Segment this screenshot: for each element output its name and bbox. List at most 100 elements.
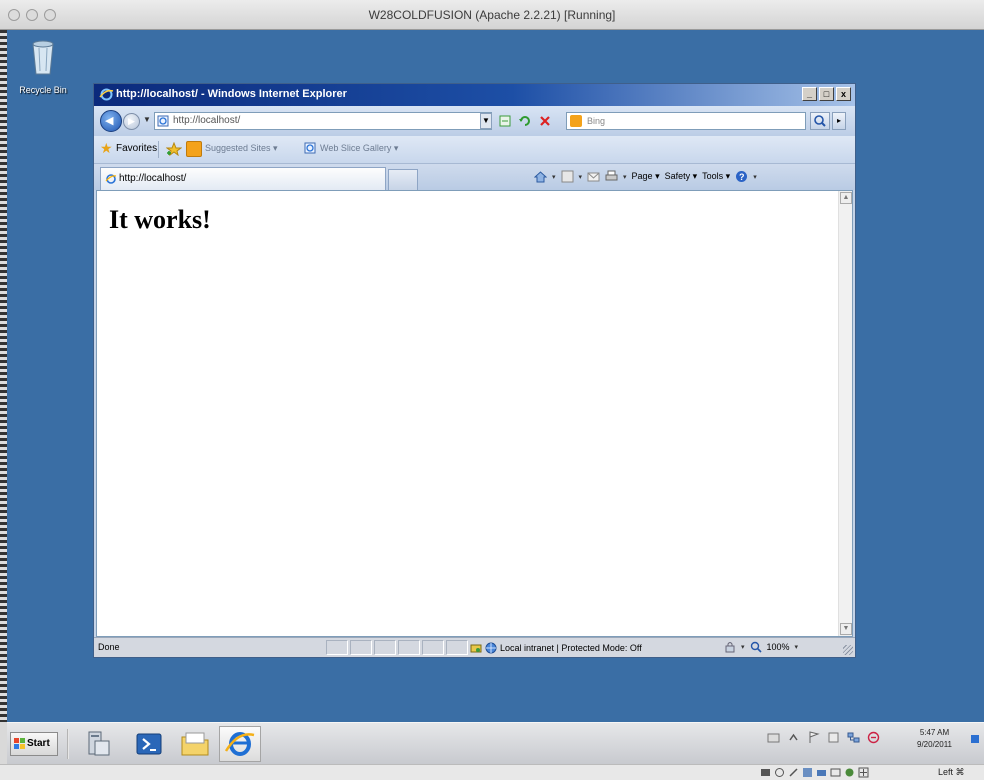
zoom-dropdown[interactable]: ▾ — [795, 643, 799, 651]
status-panel — [446, 640, 468, 655]
page-menu[interactable]: Page ▾ — [632, 171, 660, 182]
network-icon[interactable] — [847, 731, 860, 744]
vm-display-icon[interactable] — [830, 767, 841, 778]
ie-window-controls: _ □ x — [802, 87, 851, 101]
vm-hard-disk-icon[interactable] — [760, 767, 771, 778]
suggested-sites-button[interactable]: Suggested Sites ▾ — [205, 143, 278, 154]
read-mail-icon[interactable] — [587, 170, 600, 183]
vm-mouse-integration-icon[interactable] — [858, 767, 869, 778]
ie-window: http://localhost/ - Windows Internet Exp… — [93, 83, 856, 658]
clock-time: 5:47 AM — [919, 728, 950, 737]
web-slice-gallery-button[interactable]: Web Slice Gallery ▾ — [320, 143, 398, 154]
new-tab-button[interactable] — [388, 169, 418, 190]
taskbar-divider — [67, 729, 69, 759]
ie-window-title: http://localhost/ - Windows Internet Exp… — [116, 88, 347, 100]
address-bar-row: ▼ http://localhost/ ▼ — [94, 106, 855, 136]
status-bar: Done Local intranet | Protected Mode: Of… — [94, 637, 855, 657]
page-heading: It works! — [109, 205, 211, 234]
scroll-up-button[interactable]: ▲ — [840, 192, 852, 204]
status-panel — [398, 640, 420, 655]
zone-text: Local intranet | Protected Mode: Off — [500, 642, 642, 653]
print-dropdown[interactable]: ▾ — [623, 173, 627, 181]
volume-icon[interactable] — [867, 731, 880, 744]
refresh-icon[interactable] — [518, 114, 532, 128]
recycle-bin-icon — [32, 40, 54, 75]
taskbar: Start 5:47 AM 9/20/2011 — [7, 722, 984, 764]
page-viewport[interactable]: It works! ▲ ▼ — [96, 190, 853, 637]
vm-status-bar: Left ⌘ — [0, 764, 984, 780]
tab-label: http://localhost/ — [119, 173, 187, 184]
security-zone[interactable]: Local intranet | Protected Mode: Off — [470, 640, 642, 655]
ie-titlebar[interactable]: http://localhost/ - Windows Internet Exp… — [94, 84, 855, 106]
server-manager-icon[interactable] — [81, 729, 113, 759]
tools-menu[interactable]: Tools ▾ — [702, 171, 730, 182]
status-panels — [326, 640, 468, 655]
add-to-favorites-bar-icon[interactable] — [166, 142, 182, 156]
recycle-bin[interactable]: Recycle Bin — [15, 36, 71, 95]
address-input[interactable]: http://localhost/ — [154, 112, 492, 130]
favorites-bar: ★ Favorites Suggested Sites ▾ Web Slice … — [94, 136, 855, 164]
vertical-scrollbar[interactable]: ▲ ▼ — [838, 191, 852, 636]
back-button[interactable] — [100, 110, 122, 132]
home-icon[interactable] — [534, 170, 547, 183]
vm-capture-icon[interactable] — [844, 767, 855, 778]
favorites-button[interactable]: Favorites — [116, 143, 157, 154]
favorites-star-icon: ★ — [100, 140, 113, 156]
web-slice-gallery-icon — [304, 142, 316, 154]
safety-menu[interactable]: Safety ▾ — [665, 171, 698, 182]
tray-show-hidden-icon[interactable] — [787, 731, 800, 744]
status-panel — [326, 640, 348, 655]
zoom-area: ▾ 100% ▾ — [724, 641, 798, 653]
tab-page-icon — [105, 174, 117, 184]
clock[interactable]: 5:47 AM 9/20/2011 — [917, 727, 952, 751]
vm-network-icon[interactable] — [802, 767, 813, 778]
windows-explorer-icon[interactable] — [179, 729, 211, 759]
status-panel — [422, 640, 444, 655]
vm-usb-icon[interactable] — [788, 767, 799, 778]
vm-host-key: Left ⌘ — [938, 767, 965, 777]
search-button[interactable] — [810, 112, 830, 130]
tab-localhost[interactable]: http://localhost/ — [100, 167, 386, 190]
feeds-icon[interactable] — [561, 170, 574, 183]
search-placeholder: Bing — [587, 116, 606, 126]
print-icon[interactable] — [605, 170, 618, 183]
status-panel — [350, 640, 372, 655]
address-dropdown-button[interactable]: ▼ — [480, 113, 492, 129]
compatibility-view-icon[interactable] — [498, 114, 512, 128]
status-text: Done — [98, 642, 120, 652]
search-input[interactable]: Bing — [566, 112, 806, 130]
protected-mode-dropdown[interactable]: ▾ — [741, 643, 745, 651]
security-status-icon — [470, 644, 482, 652]
help-icon[interactable]: ? — [735, 170, 748, 183]
command-bar: ▾ ▾ ▾ Page ▾ Safety ▾ Tools ▾ ? ▾ — [534, 170, 757, 183]
recent-pages-dropdown[interactable]: ▼ — [143, 115, 151, 124]
help-dropdown[interactable]: ▾ — [753, 173, 757, 181]
protected-mode-icon[interactable] — [724, 641, 736, 653]
vm-optical-drive-icon[interactable] — [774, 767, 785, 778]
tray-keyboard-icon[interactable] — [767, 731, 780, 744]
minimize-button[interactable]: _ — [802, 87, 817, 101]
windows-flag-icon — [14, 738, 25, 749]
zoom-icon — [750, 641, 762, 653]
magnifier-icon — [814, 115, 826, 127]
tray-device-icon[interactable] — [827, 731, 840, 744]
close-button[interactable]: x — [836, 87, 851, 101]
ie-logo-icon — [99, 88, 114, 101]
resize-grip[interactable] — [843, 645, 853, 655]
action-center-flag-icon[interactable] — [807, 731, 820, 744]
maximize-button[interactable]: □ — [819, 87, 834, 101]
home-dropdown[interactable]: ▾ — [552, 173, 556, 181]
feeds-dropdown[interactable]: ▾ — [579, 173, 583, 181]
zoom-level[interactable]: 100% — [767, 642, 790, 652]
ie-taskbar-button[interactable] — [219, 726, 261, 762]
search-options-dropdown[interactable]: ▸ — [832, 112, 846, 130]
scroll-down-button[interactable]: ▼ — [840, 623, 852, 635]
forward-button[interactable] — [123, 113, 140, 130]
show-desktop-button[interactable] — [971, 735, 979, 743]
start-button[interactable]: Start — [10, 732, 58, 756]
local-intranet-icon — [485, 642, 497, 653]
vm-device-icons — [760, 767, 869, 778]
powershell-icon[interactable] — [133, 729, 165, 759]
stop-icon[interactable] — [538, 114, 552, 128]
vm-shared-folders-icon[interactable] — [816, 767, 827, 778]
